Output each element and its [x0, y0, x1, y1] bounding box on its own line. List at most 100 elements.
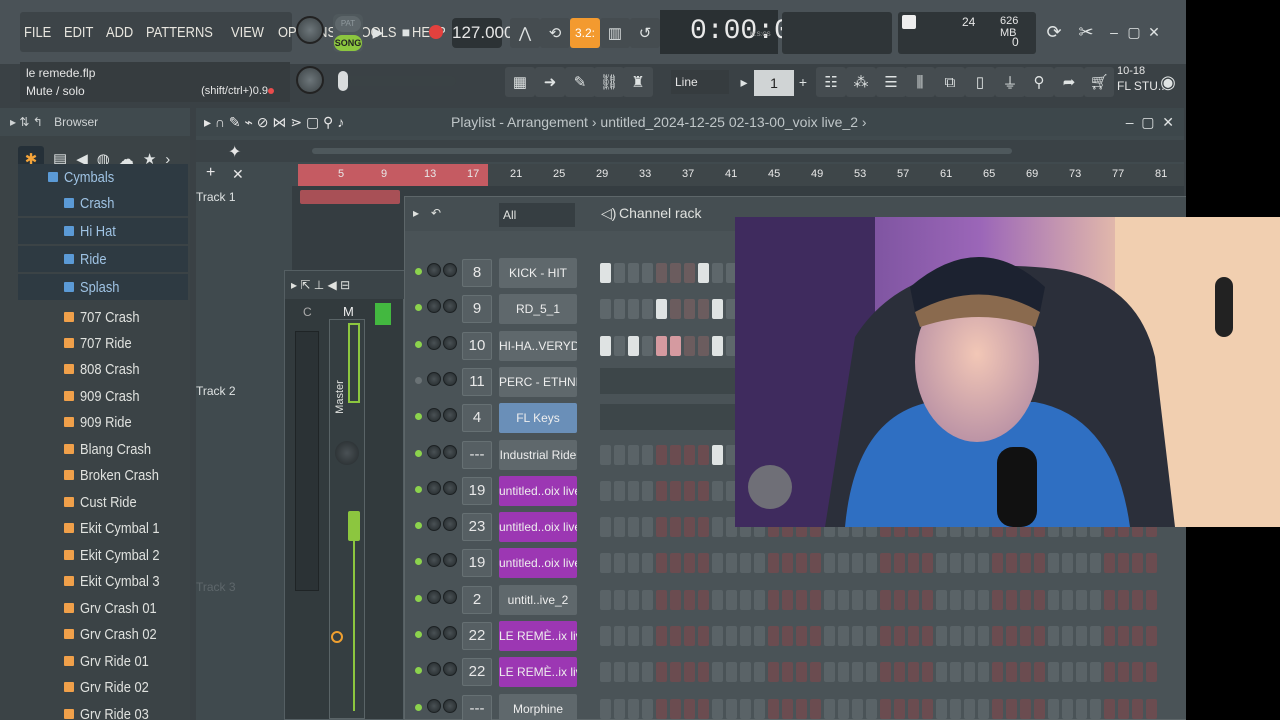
- step-button[interactable]: [642, 480, 653, 501]
- step-button[interactable]: [628, 662, 639, 683]
- browser-item[interactable]: Ekit Cymbal 3: [18, 568, 188, 594]
- step-button[interactable]: [614, 662, 625, 683]
- step-button[interactable]: [1006, 553, 1017, 574]
- step-button[interactable]: [670, 480, 681, 501]
- tempo-display[interactable]: 127.000: [452, 18, 513, 48]
- channel-rack-icon[interactable]: ☰: [876, 67, 906, 97]
- pat-song-toggle[interactable]: PAT SONG: [333, 14, 363, 52]
- step-button[interactable]: [936, 553, 947, 574]
- step-button[interactable]: [740, 698, 751, 719]
- step-button[interactable]: [628, 517, 639, 538]
- step-button[interactable]: [712, 335, 723, 356]
- channel-mixer-track[interactable]: 8: [462, 259, 492, 287]
- step-button[interactable]: [712, 626, 723, 646]
- channel-mute-led[interactable]: [415, 631, 422, 638]
- channel-volume-knob[interactable]: [443, 263, 457, 277]
- step-button[interactable]: [880, 662, 891, 683]
- green-track-tab[interactable]: [375, 303, 391, 325]
- channel-name-button[interactable]: Industrial Ride: [499, 439, 577, 470]
- step-button[interactable]: [642, 626, 653, 646]
- step-button[interactable]: [908, 662, 919, 683]
- step-button[interactable]: [866, 698, 877, 719]
- step-button[interactable]: [1146, 589, 1157, 610]
- channel-row[interactable]: 2 untitl..ive_2: [405, 581, 1188, 617]
- channel-row[interactable]: 22LE REMÈ..ix live: [405, 617, 1188, 653]
- step-button[interactable]: [712, 517, 723, 538]
- step-button[interactable]: [642, 444, 653, 465]
- channel-name-button[interactable]: KICK - HIT: [499, 258, 577, 288]
- channel-mixer-track[interactable]: 19: [462, 549, 492, 578]
- channel-name-button[interactable]: untitled..oix live: [499, 548, 577, 579]
- step-button[interactable]: [656, 553, 667, 574]
- pan-knob[interactable]: [335, 441, 359, 465]
- step-button[interactable]: [1104, 589, 1115, 610]
- step-button[interactable]: [922, 589, 933, 610]
- step-button[interactable]: [670, 517, 681, 538]
- step-button[interactable]: [712, 589, 723, 610]
- browser-item[interactable]: 909 Crash: [18, 383, 188, 409]
- channel-name-button[interactable]: untitl..ive_2: [499, 584, 577, 615]
- step-button[interactable]: [908, 589, 919, 610]
- step-button[interactable]: [894, 589, 905, 610]
- channel-name-button[interactable]: FL Keys: [499, 403, 577, 434]
- step-button[interactable]: [726, 662, 737, 683]
- step-button[interactable]: [1062, 662, 1073, 683]
- channel-volume-knob[interactable]: [443, 553, 457, 568]
- step-button[interactable]: [964, 698, 975, 719]
- step-button[interactable]: [796, 626, 807, 646]
- step-button[interactable]: [950, 698, 961, 719]
- step-button[interactable]: [698, 335, 709, 356]
- step-button[interactable]: [838, 589, 849, 610]
- step-button[interactable]: [838, 662, 849, 683]
- step-button[interactable]: [824, 589, 835, 610]
- maximize-icon[interactable]: ▢: [1126, 22, 1142, 42]
- channel-volume-knob[interactable]: [443, 371, 457, 386]
- step-button[interactable]: [1104, 626, 1115, 646]
- step-button[interactable]: [600, 589, 611, 610]
- channel-volume-knob[interactable]: [443, 698, 457, 713]
- step-button[interactable]: [894, 698, 905, 719]
- browser-item[interactable]: Blang Crash: [18, 436, 188, 462]
- browser-item[interactable]: Hi Hat: [18, 218, 188, 244]
- step-button[interactable]: [698, 553, 709, 574]
- step-button[interactable]: [628, 444, 639, 465]
- step-button[interactable]: [628, 480, 639, 501]
- snap-select[interactable]: Line: [671, 70, 729, 94]
- step-button[interactable]: [642, 299, 653, 320]
- slider-handle[interactable]: [338, 71, 348, 91]
- step-button[interactable]: [1104, 662, 1115, 683]
- step-button[interactable]: [768, 662, 779, 683]
- menu-item-edit[interactable]: EDIT: [64, 24, 93, 41]
- step-button[interactable]: [1020, 626, 1031, 646]
- step-button[interactable]: [712, 662, 723, 683]
- channel-name-button[interactable]: untitled..oix live: [499, 512, 577, 543]
- step-button[interactable]: [852, 589, 863, 610]
- step-button[interactable]: [1076, 698, 1087, 719]
- step-button[interactable]: [1090, 698, 1101, 719]
- step-button[interactable]: [684, 263, 695, 283]
- channel-volume-knob[interactable]: [443, 589, 457, 604]
- file-icon[interactable]: ▯: [965, 67, 995, 97]
- step-button[interactable]: [698, 299, 709, 320]
- step-button[interactable]: [726, 698, 737, 719]
- step-button[interactable]: [656, 335, 667, 356]
- step-button[interactable]: [670, 263, 681, 283]
- step-button[interactable]: [1020, 698, 1031, 719]
- step-button[interactable]: [642, 335, 653, 356]
- browser-item[interactable]: Ride: [18, 246, 188, 272]
- step-button[interactable]: [894, 626, 905, 646]
- step-button[interactable]: [894, 553, 905, 574]
- menu-item-file[interactable]: FILE: [24, 24, 51, 41]
- step-button[interactable]: [1048, 698, 1059, 719]
- arrow-right-icon[interactable]: ➜: [535, 67, 565, 97]
- step-button[interactable]: [908, 553, 919, 574]
- step-button[interactable]: [1006, 589, 1017, 610]
- step-button[interactable]: [656, 299, 667, 320]
- browser-item[interactable]: Cust Ride: [18, 489, 188, 515]
- step-button[interactable]: [670, 335, 681, 356]
- channel-pan-knob[interactable]: [427, 517, 441, 532]
- channel-mute-led[interactable]: [415, 340, 422, 348]
- step-button[interactable]: [1146, 553, 1157, 574]
- metronome-icon[interactable]: ⋀: [510, 18, 540, 48]
- playlist-tools-icons[interactable]: ▸ ∩ ✎ ⌁ ⊘ ⋈ ⋗ ▢ ⚲ ♪: [204, 108, 344, 136]
